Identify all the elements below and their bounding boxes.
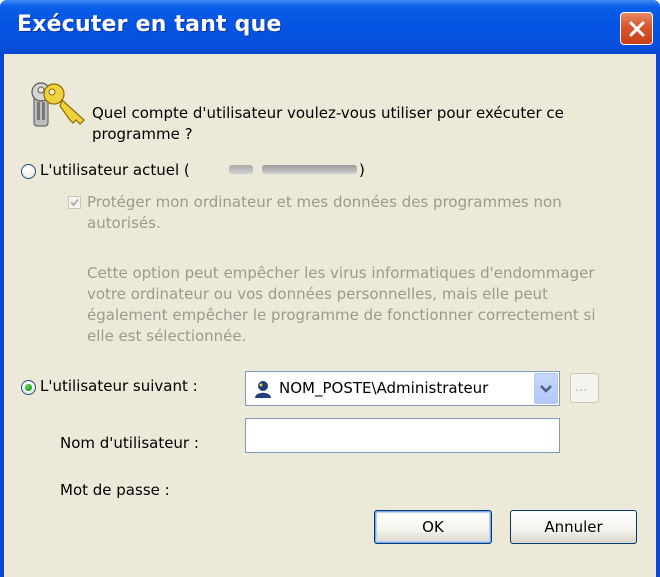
- checkmark-icon: [70, 198, 79, 207]
- prompt-line-2: programme ?: [92, 125, 193, 143]
- redacted-username-part: [262, 165, 357, 174]
- close-button[interactable]: [620, 12, 653, 45]
- current-user-label[interactable]: L'utilisateur actuel (: [40, 161, 190, 179]
- protect-checkbox-label-1: Protéger mon ordinateur et mes données d…: [87, 193, 562, 211]
- cancel-button[interactable]: Annuler: [510, 510, 637, 544]
- window-title: Exécuter en tant que: [17, 12, 282, 37]
- dialog-content: Quel compte d'utilisateur voulez-vous ut…: [4, 54, 656, 577]
- browse-label: ...: [575, 380, 588, 395]
- current-user-label-end: ): [359, 161, 365, 179]
- title-bar[interactable]: Exécuter en tant que: [0, 0, 660, 54]
- run-as-dialog: Exécuter en tant que Quel compte d'utili…: [0, 0, 660, 577]
- protect-checkbox-label-2: autorisés.: [87, 214, 161, 232]
- browse-button[interactable]: ...: [570, 373, 599, 403]
- chevron-down-icon: [540, 385, 552, 393]
- following-user-label[interactable]: L'utilisateur suivant :: [40, 377, 198, 395]
- protect-checkbox[interactable]: [68, 196, 81, 209]
- username-combobox[interactable]: NOM_POSTE\Administrateur: [245, 371, 560, 406]
- current-user-label-text: L'utilisateur actuel (: [40, 161, 190, 179]
- radio-selected-dot: [25, 384, 32, 391]
- user-icon: [255, 381, 271, 398]
- close-icon: [629, 21, 645, 37]
- current-user-radio[interactable]: [21, 164, 36, 179]
- username-value: NOM_POSTE\Administrateur: [279, 379, 489, 397]
- keys-icon: [31, 82, 85, 127]
- username-dropdown-button[interactable]: [534, 373, 558, 404]
- password-field[interactable]: [245, 418, 560, 453]
- following-user-radio[interactable]: [21, 380, 36, 395]
- warning-line-2: votre ordinateur ou vos données personne…: [87, 285, 548, 303]
- ok-button[interactable]: OK: [374, 510, 492, 544]
- redacted-username-part: [229, 165, 253, 174]
- warning-line-1: Cette option peut empêcher les virus inf…: [87, 264, 595, 282]
- warning-line-4: elle est sélectionnée.: [87, 327, 247, 345]
- prompt-line-1: Quel compte d'utilisateur voulez-vous ut…: [92, 104, 564, 122]
- warning-line-3: également empêcher le programme de fonct…: [87, 306, 596, 324]
- password-label: Mot de passe :: [60, 481, 170, 499]
- username-label: Nom d'utilisateur :: [60, 434, 199, 452]
